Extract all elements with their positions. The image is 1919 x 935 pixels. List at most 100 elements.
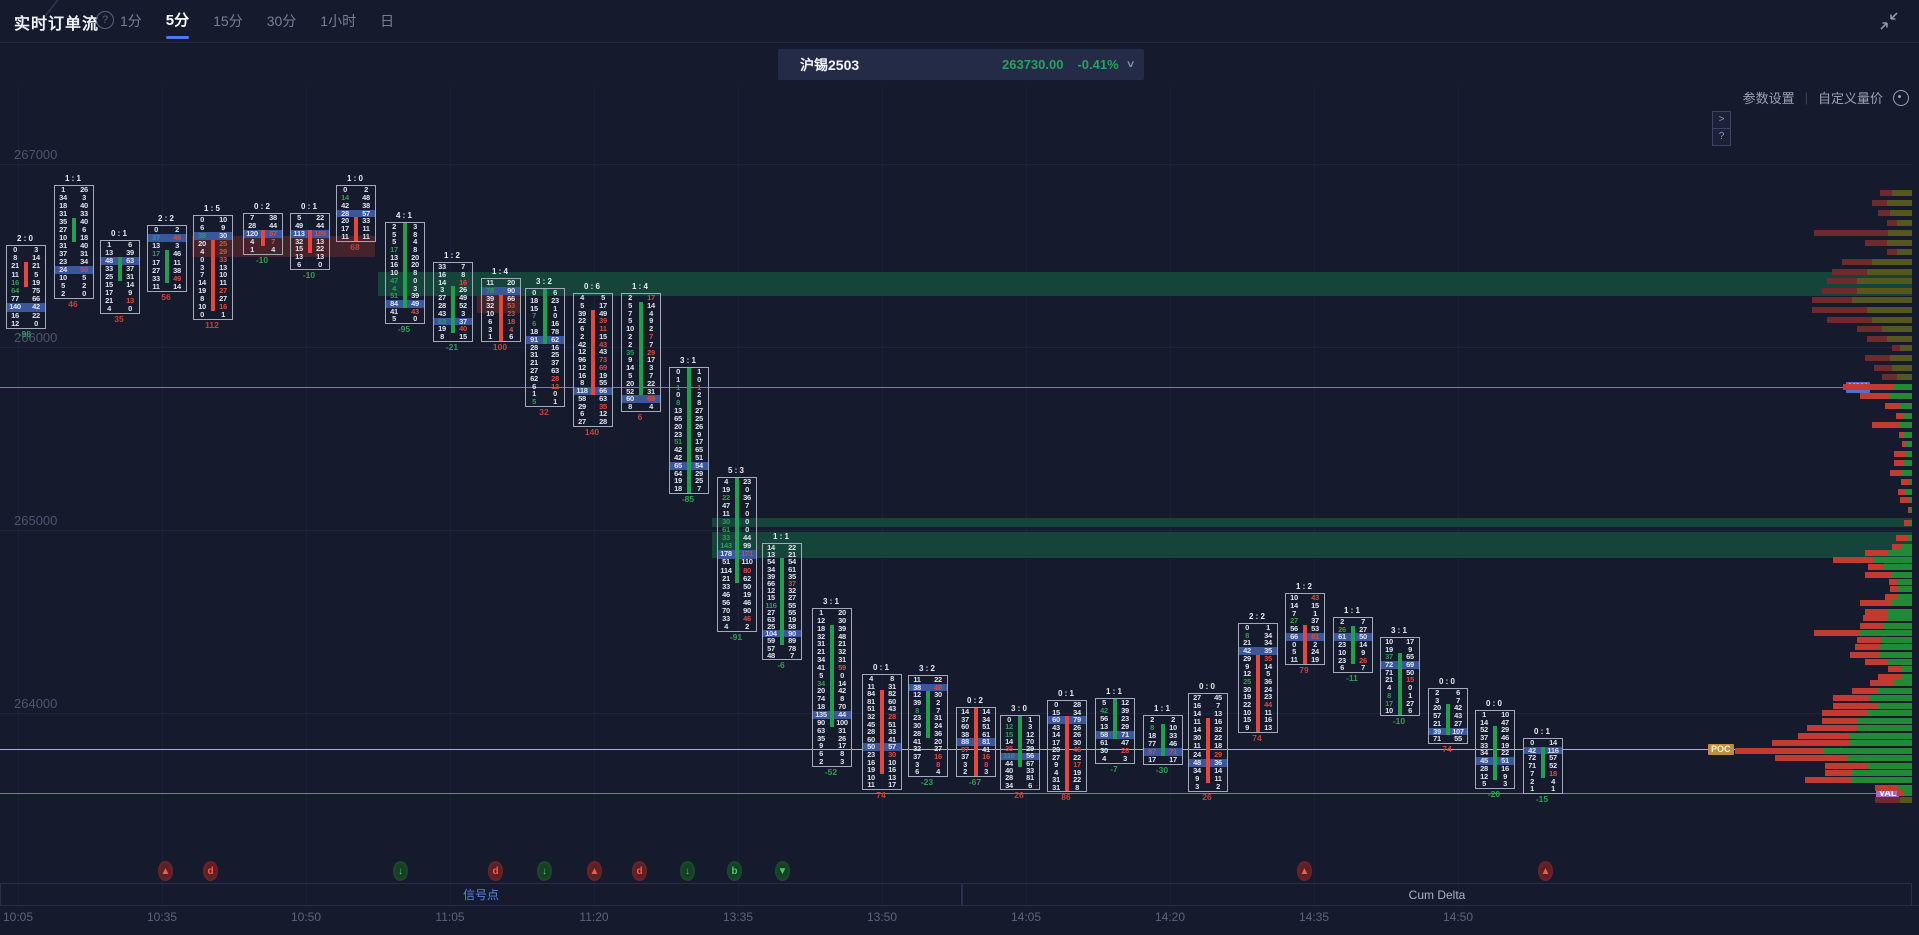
collapse-icon[interactable] [1880,12,1898,30]
candle-body-bar [72,218,76,242]
bid-volume: 12 [7,320,23,328]
footprint-candle[interactable]: 0112315121470352911056446740332881346 [1000,715,1040,790]
bid-ask-ratio-header: 1 : 0 [347,174,363,183]
cum-delta-strip[interactable]: Cum Delta [962,883,1912,906]
footprint-candle[interactable]: 522494411310932131522131360 [290,213,330,270]
signal-marker-sell[interactable]: d [632,861,647,881]
profile-bar-buy [1906,451,1912,457]
footprint-candle[interactable]: 1201230183932483121213234314159503414204… [812,608,852,767]
tab-日[interactable]: 日 [378,0,396,42]
footprint-candle[interactable]: 110144752293746331934224551281612953 [1475,710,1515,789]
help-icon[interactable]: ? [96,11,114,29]
signal-marker-buy[interactable]: ↓ [393,861,408,881]
footprint-candle[interactable]: 7382844120574714 [243,213,283,255]
tab-30分[interactable]: 30分 [265,0,299,42]
ask-volume: 0 [312,261,328,269]
bid-ask-ratio-header: 1 : 5 [204,204,220,213]
bid-volume: 4 [101,305,117,313]
footprint-candle[interactable]: 038142121115161964757766140421622120 [6,245,46,329]
footprint-candle[interactable]: 1043141571273756536681025241119 [1285,593,1325,665]
footprint-candle[interactable]: 235854178132016201084704351398449414350 [385,222,425,324]
signal-marker-sell[interactable]: ▲ [587,861,602,881]
signal-marker-buy[interactable]: ↓ [537,861,552,881]
footprint-candle[interactable]: 02374813317461711273833491114 [147,225,187,292]
footprint-candle[interactable]: 02144842382857203317111111 [336,185,376,242]
signal-marker-sell[interactable]: ▲ [1538,861,1553,881]
symbol-selector[interactable]: 沪锡2503 263730.00 -0.41% ∨ [778,49,1144,80]
profile-bar-sell [1833,703,1878,709]
footprint-candle[interactable]: 0618231517061618789162281631252137276362… [525,288,565,407]
bid-ask-ratio-header: 3 : 1 [680,356,696,365]
signal-marker-sell[interactable]: d [203,861,218,881]
profile-bar-buy [1887,240,1912,246]
profile-bar-sell [1814,230,1888,236]
profile-bar-buy [1880,644,1912,650]
footprint-candle[interactable]: 112078903966325310236183416 [481,278,521,342]
delta-value: 100 [493,342,507,352]
ask-volume: 6 [503,333,519,341]
footprint-candle[interactable]: 228101833774687711717 [1143,715,1183,765]
profile-bar-sell [1901,479,1909,485]
ask-volume: 3 [1497,780,1513,788]
tab-1分[interactable]: 1分 [118,0,144,42]
bid-ask-ratio-header: 0 : 0 [1439,677,1455,686]
candle-body-bar [1018,716,1022,767]
price-row: 346 [1001,782,1039,789]
footprint-candle[interactable]: 4551739492239611215424312439673126916198… [573,293,613,427]
footprint-candle[interactable]: 4231902236477110300610334414399178171511… [717,477,757,632]
side-button-help[interactable]: ? [1712,128,1731,146]
y-axis-label: 264000 [14,696,57,711]
footprint-candle[interactable]: 2175147459102272735299171435720225231606… [621,293,661,412]
custom-volprice-button[interactable]: 自定义量价 [1818,88,1883,107]
signal-marker-buy[interactable]: ↓ [680,861,695,881]
price-row: 23 [813,758,851,766]
settings-icon[interactable] [1893,90,1909,106]
price-row: 1114 [148,283,186,291]
footprint-candle[interactable]: 1017199376572697150211540811727106 [1380,637,1420,716]
ask-volume: 19 [1307,656,1323,664]
profile-bar-buy [1872,317,1912,323]
signal-marker-sell[interactable]: ▲ [1297,861,1312,881]
tab-5分[interactable]: 5分 [164,0,191,42]
tab-15分[interactable]: 15分 [211,0,245,42]
signal-strip[interactable]: 信号点 [0,883,962,906]
profile-bar-buy [1909,479,1912,485]
footprint-candle[interactable]: 0183421344235293591412525363024192322441… [1238,623,1278,733]
footprint-candle[interactable]: 4811318482816051433228455128336041505723… [862,674,902,790]
footprint-candle[interactable]: 27262761502314109232667 [1333,617,1373,673]
footprint-candle[interactable]: 2637204257432127391077155 [1428,688,1468,744]
footprint-candle[interactable]: 0281534607943261426173020462722917419312… [1047,700,1087,792]
profile-bar-sell [1855,644,1880,650]
footprint-candle[interactable]: 0106938302025429033313710141119278271016… [193,215,233,320]
signal-marker-sell[interactable]: ▲ [158,861,173,881]
param-settings-button[interactable]: 参数设置 [1743,88,1795,107]
bid-volume: 11 [1286,656,1302,664]
chevron-down-icon[interactable]: ∨ [1125,59,1135,70]
footprint-candle[interactable]: 1613394863333725311514179211340 [100,240,140,314]
ask-volume: 0 [76,290,92,298]
footprint-candle[interactable]: 1263431840313335402761018314037312334245… [54,185,94,299]
price-row: 11 [1524,785,1562,793]
footprint-candle[interactable]: 2745167141311161432302211182429483634149… [1188,693,1228,792]
tab-1小时[interactable]: 1小时 [318,0,358,42]
footprint-candle[interactable]: 33716814163262749285243383371940815 [433,262,473,342]
footprint-candle[interactable]: 14143734605138618881974137163823 [956,707,996,777]
footprint-candle[interactable]: 01442116725771527182411 [1523,738,1563,794]
ask-volume: 0 [122,305,138,313]
signal-marker-buy[interactable]: b [727,861,742,881]
footprint-candle[interactable]: 1422132154543461393566371232152711655275… [762,543,802,660]
signal-marker-sell[interactable]: d [488,861,503,881]
delta-value: -30 [1156,765,1168,775]
footprint-candle[interactable]: 1122384912303928723313024283641203227371… [908,675,948,777]
signal-marker-buy[interactable]: ▼ [775,861,790,881]
grid-vertical [162,86,163,905]
profile-bar-sell [1825,763,1868,769]
bid-volume: 0 [194,311,210,319]
profile-bar-buy [1892,572,1912,578]
side-button-expand[interactable]: > [1712,111,1731,129]
footprint-candle[interactable]: 0110110288132765252026239511742654251655… [669,367,709,494]
candle-body-bar [24,262,28,287]
ask-volume: 3 [978,768,994,776]
delta-value: -67 [969,777,981,787]
footprint-candle[interactable]: 51242395623132958716147302843 [1095,698,1135,764]
